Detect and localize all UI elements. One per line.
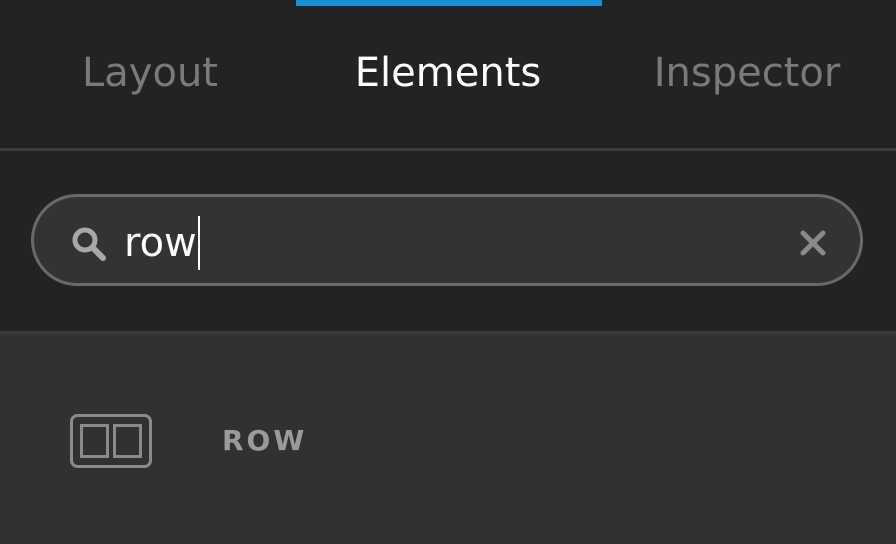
text-caret [197,216,200,270]
search-input-value[interactable]: row [124,215,200,271]
tab-inspector-label: Inspector [653,50,841,96]
elements-panel: Layout Elements Inspector row ROW [0,0,896,544]
tab-elements[interactable]: Elements [298,0,598,148]
search-input-text: row [124,220,197,266]
tab-inspector[interactable]: Inspector [598,0,896,148]
list-item-label: ROW [222,424,308,457]
row-layout-icon [70,414,152,468]
search-icon [72,227,106,261]
list-item[interactable]: ROW [0,386,896,496]
tab-layout[interactable]: Layout [0,0,300,148]
search-area: row [0,151,896,331]
search-input[interactable]: row [31,194,863,286]
tab-layout-label: Layout [82,50,218,96]
close-icon[interactable] [798,228,828,258]
tab-elements-label: Elements [354,50,542,96]
tab-bar: Layout Elements Inspector [0,0,896,148]
results-list: ROW [0,334,896,544]
